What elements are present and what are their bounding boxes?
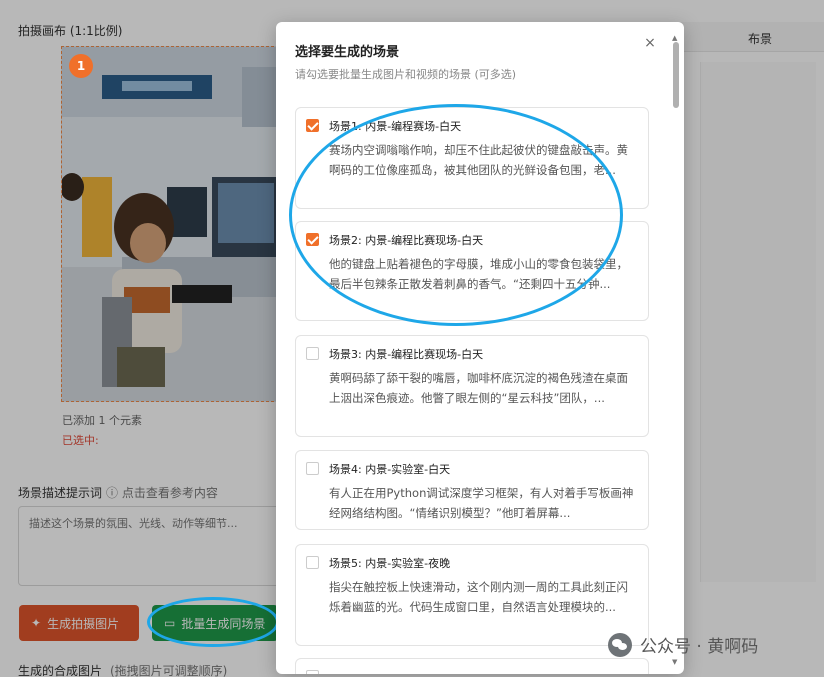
dialog-subtitle: 请勾选要批量生成图片和视频的场景 (可多选): [295, 68, 517, 81]
scene-option-6[interactable]: [295, 658, 649, 674]
scene-option-5[interactable]: 场景5: 内景-实验室-夜晚 指尖在触控板上快速滑动，这个刚内测一周的工具此刻正…: [295, 544, 649, 646]
scene-5-checkbox[interactable]: [306, 556, 319, 569]
dialog-title: 选择要生成的场景: [295, 45, 400, 60]
scene-select-dialog: 选择要生成的场景 请勾选要批量生成图片和视频的场景 (可多选) × ▲ ▼ 场景…: [276, 22, 684, 674]
scene-4-checkbox[interactable]: [306, 462, 319, 475]
close-icon[interactable]: ×: [642, 35, 658, 51]
scene-4-title: 场景4: 内景-实验室-白天: [329, 463, 451, 476]
scene-option-3[interactable]: 场景3: 内景-编程比赛现场-白天 黄啊码舔了舔干裂的嘴唇，咖啡杯底沉淀的褐色残…: [295, 335, 649, 437]
scroll-up-icon[interactable]: ▲: [672, 34, 677, 42]
scene-1-title: 场景1: 内景-编程赛场-白天: [329, 120, 462, 133]
scene-2-checkbox[interactable]: [306, 233, 319, 246]
wechat-logo-icon: [608, 632, 632, 657]
scene-1-checkbox[interactable]: [306, 119, 319, 132]
dialog-scrollbar[interactable]: ▲ ▼: [672, 34, 680, 666]
scene-5-title: 场景5: 内景-实验室-夜晚: [329, 557, 451, 570]
scene-option-4[interactable]: 场景4: 内景-实验室-白天 有人正在用Python调试深度学习框架，有人对着手…: [295, 450, 649, 530]
scene-6-checkbox[interactable]: [306, 670, 319, 674]
scene-3-desc: 黄啊码舔了舔干裂的嘴唇，咖啡杯底沉淀的褐色残渣在桌面上洇出深色痕迹。他瞥了眼左侧…: [329, 371, 628, 405]
scene-1-desc: 赛场内空调嗡嗡作响，却压不住此起彼伏的键盘敲击声。黄啊码的工位像座孤岛，被其他团…: [329, 143, 628, 177]
scene-2-title: 场景2: 内景-编程比赛现场-白天: [329, 234, 484, 247]
watermark: 公众号 · 黄啊码: [608, 632, 758, 657]
scene-3-checkbox[interactable]: [306, 347, 319, 360]
scene-3-title: 场景3: 内景-编程比赛现场-白天: [329, 348, 484, 361]
watermark-text: 公众号 · 黄啊码: [640, 637, 759, 657]
scene-option-1[interactable]: 场景1: 内景-编程赛场-白天 赛场内空调嗡嗡作响，却压不住此起彼伏的键盘敲击声…: [295, 107, 649, 209]
image-index-badge: 1: [69, 54, 93, 78]
scroll-thumb[interactable]: [673, 42, 679, 108]
scene-option-2[interactable]: 场景2: 内景-编程比赛现场-白天 他的键盘上贴着褪色的字母膜，堆成小山的零食包…: [295, 221, 649, 321]
scene-5-desc: 指尖在触控板上快速滑动，这个刚内测一周的工具此刻正闪烁着幽蓝的光。代码生成窗口里…: [329, 580, 628, 614]
scene-2-desc: 他的键盘上贴着褪色的字母膜，堆成小山的零食包装袋里，最后半包辣条正散发着刺鼻的香…: [329, 257, 628, 291]
scroll-down-icon[interactable]: ▼: [672, 658, 677, 666]
scene-4-desc: 有人正在用Python调试深度学习框架，有人对着手写板画神经网络结构图。“情绪识…: [329, 486, 634, 520]
